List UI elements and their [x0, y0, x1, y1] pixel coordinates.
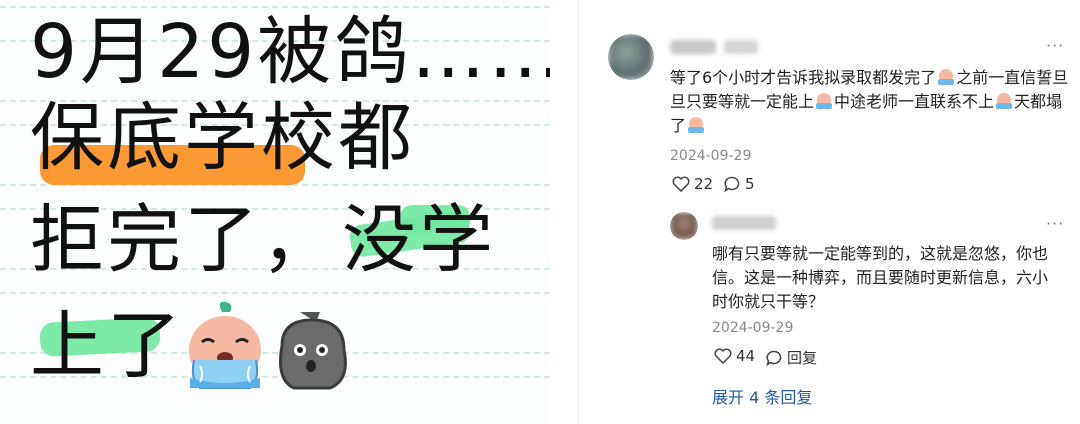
like-count: 22	[694, 175, 714, 193]
reply-count-button[interactable]: 5	[724, 175, 755, 193]
comment-date: 2024-09-29	[712, 320, 794, 336]
reply-count: 5	[745, 175, 755, 193]
notebook-line	[0, 6, 550, 8]
comment-date: 2024-09-29	[670, 148, 752, 164]
crying-face-emoji	[189, 301, 261, 389]
username-redacted[interactable]	[712, 216, 776, 230]
username-redacted[interactable]	[724, 40, 758, 54]
more-options-icon[interactable]: ···	[1046, 36, 1064, 55]
comment-bubble-icon	[724, 176, 740, 192]
post-headline-line-3a: 拒完了，	[30, 197, 338, 283]
comment-text: 哪有只要等就一定能等到的，这就是忽悠，你也信。这是一种博弈，而且要随时更新信息，…	[712, 244, 1049, 311]
like-button[interactable]: 22	[672, 175, 713, 193]
crying-emoji-icon	[938, 69, 955, 85]
reply-label: 回复	[787, 349, 818, 367]
comment-bubble-icon	[766, 350, 782, 366]
avatar[interactable]	[670, 212, 698, 240]
more-options-icon[interactable]: ···	[1046, 214, 1064, 233]
like-button[interactable]: 44	[714, 347, 755, 365]
crying-emoji-icon	[996, 93, 1013, 109]
username-redacted[interactable]	[670, 40, 716, 54]
comment-text: 等了6个小时才告诉我拟录取都发完了 之前一直信誓旦旦只要等就一定能上 中途老师一直联…	[670, 68, 1069, 135]
notebook-line	[0, 292, 550, 294]
like-count: 44	[736, 347, 756, 365]
post-headline-line-2: 保底学校都	[30, 95, 415, 181]
post-headline-line-4: 上了	[30, 303, 184, 389]
post-image[interactable]: 9月29被鸽…… 保底学校都 拒完了， 没学 上了	[0, 0, 550, 424]
divider	[578, 0, 579, 424]
post-headline-line-1: 9月29被鸽……	[30, 9, 550, 95]
reply-button[interactable]: 回复	[766, 347, 817, 368]
stone-face-emoji	[279, 312, 347, 390]
crying-emoji-icon	[816, 93, 833, 109]
heart-icon	[714, 348, 732, 364]
comment-section: ··· 等了6个小时才告诉我拟录取都发完了 之前一直信誓旦旦只要等就一定能上 中途老…	[600, 0, 1080, 424]
crying-emoji-icon	[688, 117, 705, 133]
avatar[interactable]	[608, 34, 654, 80]
post-headline-line-3b: 没学	[342, 197, 496, 283]
heart-icon	[672, 176, 690, 192]
expand-replies-link[interactable]: 展开 4 条回复	[712, 384, 812, 408]
